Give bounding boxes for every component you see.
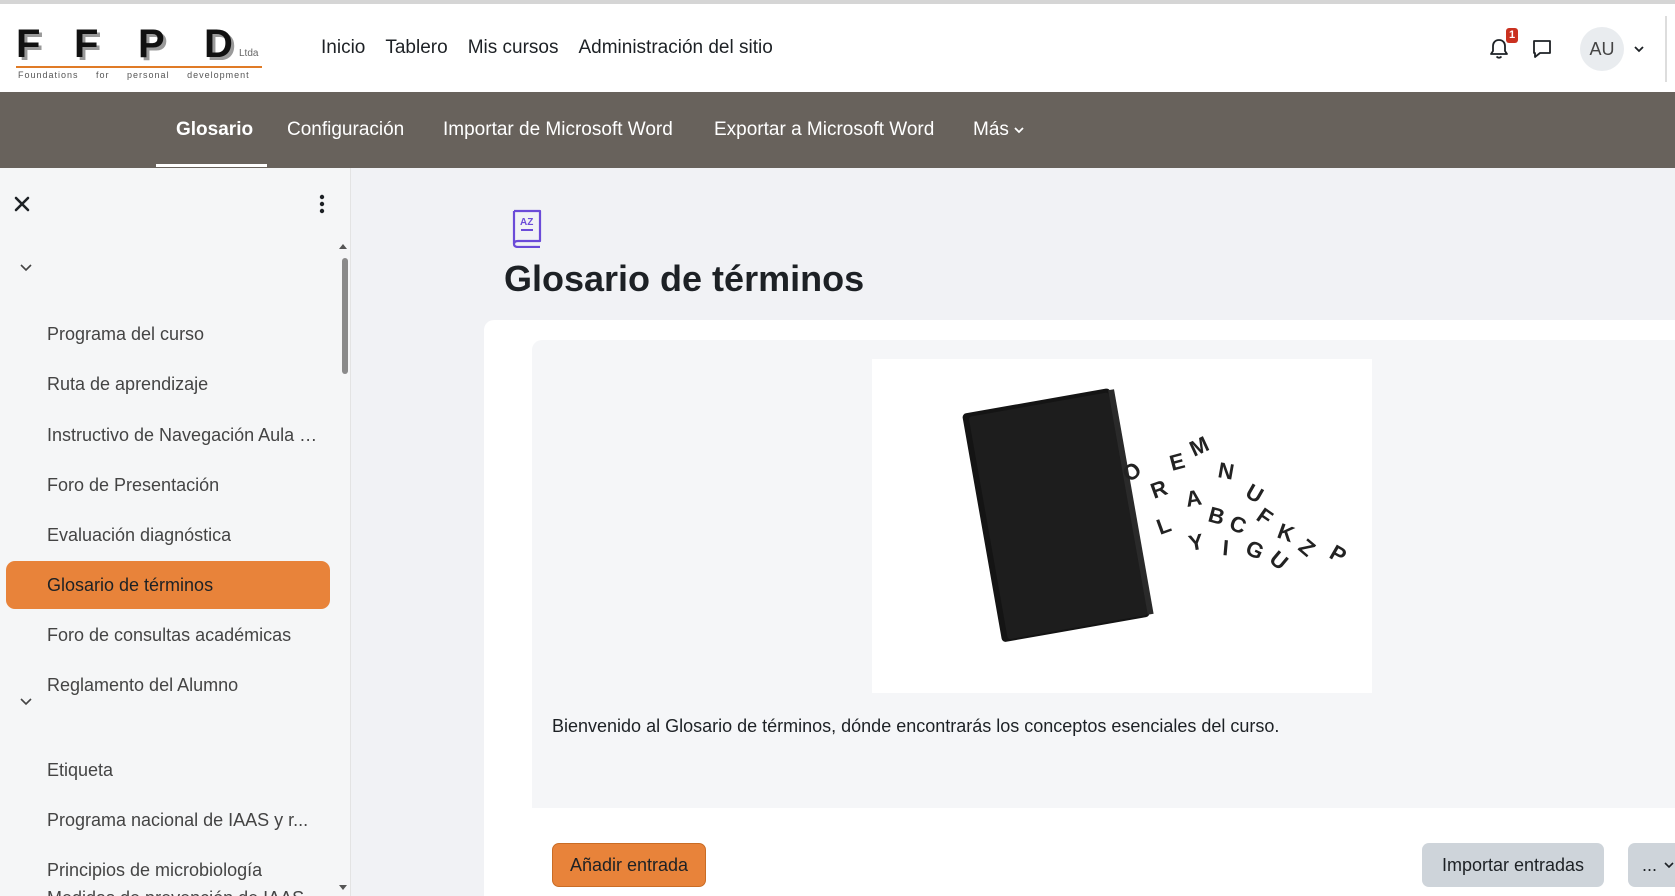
logo-letters: F F P D Ltda: [16, 22, 266, 66]
scroll-down-arrow-icon[interactable]: [338, 884, 348, 892]
chevron-down-icon: [1664, 862, 1674, 869]
drawer-item-label: Programa nacional de IAAS y r...: [47, 809, 309, 830]
nav-administracion[interactable]: Administración del sitio: [578, 37, 772, 59]
drawer-item-label: Foro de Presentación: [47, 474, 220, 495]
illustration-letter: N: [1216, 457, 1236, 484]
illustration-letter: K: [1274, 518, 1298, 547]
primary-navigation: Inicio Tablero Mis cursos Administración…: [321, 4, 793, 92]
drawer-item-label: Ruta de aprendizaje: [47, 373, 209, 394]
more-actions-button[interactable]: ...: [1628, 843, 1675, 887]
drawer-item-instructivo[interactable]: Instructivo de Navegación Aula Virtual: [6, 411, 330, 459]
illustration-letter: E: [1167, 448, 1188, 476]
chevron-down-icon[interactable]: [1632, 42, 1646, 56]
drawer-item-label: Principios de microbiología: [47, 859, 263, 880]
notification-count-badge: 1: [1506, 28, 1519, 43]
course-index-drawer: Programa del curso Ruta de aprendizaje I…: [0, 168, 351, 896]
top-navbar: F F P D Ltda Foundations for personal de…: [0, 4, 1675, 93]
messages-button[interactable]: [1527, 34, 1557, 64]
glossary-card: M E N U O R A B C F K Z P L Y I G U Bien…: [484, 320, 1675, 896]
more-actions-label: ...: [1642, 854, 1658, 875]
illustration-letter: Y: [1187, 529, 1206, 556]
drawer-item-ruta-aprendizaje[interactable]: Ruta de aprendizaje: [6, 360, 330, 408]
illustration-letter: A: [1184, 485, 1204, 512]
user-avatar[interactable]: AU: [1580, 27, 1624, 71]
drawer-item-label: Foro de consultas académicas: [47, 624, 292, 645]
nav-inicio[interactable]: Inicio: [321, 37, 365, 59]
page-title: Glosario de términos: [504, 258, 865, 299]
close-icon[interactable]: [10, 192, 34, 216]
scroll-up-arrow-icon[interactable]: [338, 242, 348, 250]
drawer-item-programa-iaas[interactable]: Programa nacional de IAAS y r...: [6, 796, 330, 844]
book-with-letters-illustration: M E N U O R A B C F K Z P L Y I G U: [962, 388, 1351, 642]
chat-bubble-icon: [1533, 40, 1551, 58]
illustration-letter: R: [1147, 475, 1171, 504]
glossary-intro-text: Bienvenido al Glosario de términos, dónd…: [552, 716, 1280, 736]
drawer-item-label: Etiqueta: [47, 759, 114, 780]
glossary-book-icon: AZ: [512, 209, 542, 248]
site-logo[interactable]: F F P D Ltda Foundations for personal de…: [16, 22, 266, 80]
logo-letter-1: F: [16, 22, 41, 66]
drawer-item-label: Medidas de prevención de IAAS: [47, 888, 304, 896]
active-tab-indicator: [156, 164, 267, 167]
drawer-item-label: Programa del curso: [47, 323, 205, 344]
tab-glosario[interactable]: Glosario: [176, 92, 253, 168]
illustration-letter: Z: [1294, 534, 1320, 562]
drawer-item-label: Evaluación diagnóstica: [47, 524, 232, 545]
chevron-down-icon: [1014, 127, 1024, 134]
drawer-item-foro-presentacion[interactable]: Foro de Presentación: [6, 461, 330, 509]
drawer-item-glosario[interactable]: Glosario de términos: [6, 561, 330, 609]
glossary-illustration: M E N U O R A B C F K Z P L Y I G U: [872, 359, 1372, 693]
drawer-item-label: Instructivo de Navegación Aula Virtual: [47, 424, 322, 445]
logo-letter-3: P: [138, 22, 165, 66]
nav-tablero[interactable]: Tablero: [385, 37, 447, 59]
nav-mis-cursos[interactable]: Mis cursos: [468, 37, 559, 59]
drawer-item-reglamento[interactable]: Reglamento del Alumno: [6, 661, 330, 709]
section-collapse-chevron-icon[interactable]: [16, 258, 36, 278]
drawer-item-microbiologia[interactable]: Principios de microbiología: [6, 846, 330, 894]
logo-tagline: Foundations for personal development: [18, 70, 250, 80]
tab-importar-word[interactable]: Importar de Microsoft Word: [443, 92, 673, 168]
drawer-item-label: Reglamento del Alumno: [47, 674, 239, 695]
illustration-letter: G: [1242, 535, 1268, 565]
illustration-letter: L: [1153, 512, 1174, 540]
svg-text:AZ: AZ: [520, 217, 533, 228]
illustration-letter: U: [1265, 546, 1293, 575]
logo-underline: [16, 66, 262, 68]
illustration-letter: B: [1206, 502, 1228, 530]
secondary-navigation: Glosario Configuración Importar de Micro…: [0, 92, 1675, 168]
drawer-item-medidas-prevencion[interactable]: Medidas de prevención de IAAS: [6, 888, 330, 896]
illustration-letter: P: [1326, 540, 1351, 569]
tab-mas[interactable]: Más: [973, 92, 1026, 168]
illustration-letter: I: [1222, 535, 1230, 560]
import-entries-button[interactable]: Importar entradas: [1422, 843, 1604, 887]
illustration-letter: U: [1242, 479, 1268, 509]
section-collapse-chevron-icon[interactable]: [16, 692, 36, 712]
glossary-intro: M E N U O R A B C F K Z P L Y I G U Bien…: [532, 340, 1675, 808]
logo-suffix: Ltda: [239, 48, 259, 59]
tab-configuracion[interactable]: Configuración: [287, 92, 404, 168]
logo-letter-4: D: [204, 22, 233, 66]
drawer-item-etiqueta[interactable]: Etiqueta: [6, 746, 330, 794]
drawer-item-label: Glosario de términos: [47, 574, 214, 595]
kebab-menu-icon[interactable]: [310, 192, 334, 216]
illustration-letter: M: [1186, 431, 1213, 461]
tab-mas-label: Más: [973, 119, 1009, 140]
drawer-item-evaluacion[interactable]: Evaluación diagnóstica: [6, 511, 330, 559]
add-entry-button[interactable]: Añadir entrada: [552, 843, 706, 887]
drawer-scroll-thumb[interactable]: [342, 258, 348, 374]
navbar-divider: [1665, 16, 1667, 82]
tab-exportar-word[interactable]: Exportar a Microsoft Word: [714, 92, 934, 168]
drawer-item-programa-curso[interactable]: Programa del curso: [6, 310, 330, 358]
drawer-item-foro-consultas[interactable]: Foro de consultas académicas: [6, 611, 330, 659]
logo-letter-2: F: [74, 22, 99, 66]
notifications-button[interactable]: 1: [1484, 28, 1519, 64]
main-content: AZ Glosario de términos M E N U O R A B …: [350, 168, 1675, 896]
